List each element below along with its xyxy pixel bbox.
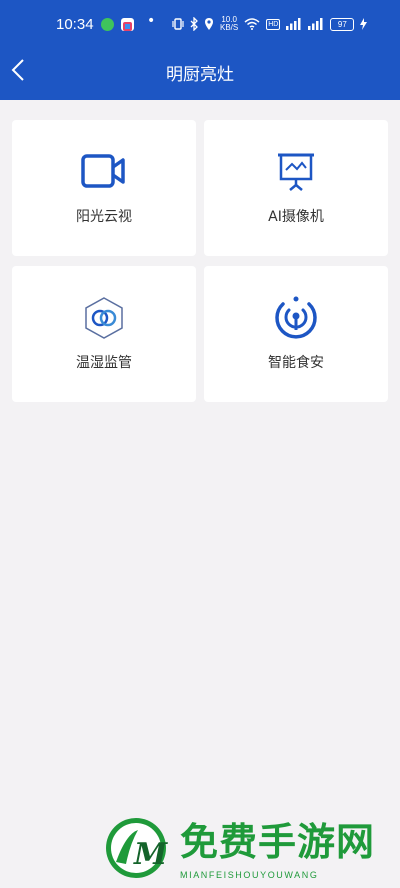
wechat-icon	[101, 18, 114, 31]
tile-label: 智能食安	[268, 355, 324, 371]
tile-label: 温湿监管	[76, 355, 132, 371]
svg-text:M: M	[133, 837, 168, 872]
hexagon-rings-icon	[12, 296, 196, 340]
tile-label: 阳光云视	[76, 209, 132, 225]
net-speed: 10.0 KB/S	[220, 16, 238, 32]
watermark-logo: M	[104, 816, 168, 880]
charging-icon	[360, 18, 368, 30]
status-icons: 10.0 KB/S HD 97	[172, 14, 368, 34]
status-time: 10:34	[56, 16, 94, 33]
vibrate-icon	[172, 17, 184, 31]
site-watermark: M 免费手游网 MIANFEISHOUYOUWANG	[104, 816, 400, 888]
broadcast-tower-icon	[204, 296, 388, 340]
signal-icon	[286, 18, 302, 30]
battery-indicator: 97	[330, 17, 355, 31]
navigation-bar: 明厨亮灶	[0, 48, 400, 100]
status-bar: 10:34 • 10.0 KB/S HD 97	[0, 0, 400, 48]
net-speed-unit: KB/S	[220, 23, 239, 32]
tile-ai-camera[interactable]: AI摄像机	[204, 120, 388, 256]
location-icon	[204, 17, 214, 31]
tile-smart-food-safety[interactable]: 智能食安	[204, 266, 388, 402]
watermark-subtitle: MIANFEISHOUYOUWANG	[180, 870, 319, 880]
wifi-icon	[244, 18, 260, 30]
tile-temperature-humidity[interactable]: 温湿监管	[12, 266, 196, 402]
monitor-stand-icon	[204, 150, 388, 194]
app-header: 10:34 • 10.0 KB/S HD 97 明厨亮灶	[0, 0, 400, 100]
signal-icon	[308, 18, 324, 30]
watermark-title: 免费手游网	[180, 820, 376, 864]
app-icon	[121, 18, 134, 31]
video-camera-icon	[12, 150, 196, 194]
page-title: 明厨亮灶	[166, 65, 234, 85]
bluetooth-icon	[190, 17, 198, 31]
notification-dot: •	[147, 13, 156, 29]
tile-label: AI摄像机	[268, 209, 324, 225]
hd-badge: HD	[266, 18, 281, 30]
tile-sunshine-cloud-view[interactable]: 阳光云视	[12, 120, 196, 256]
